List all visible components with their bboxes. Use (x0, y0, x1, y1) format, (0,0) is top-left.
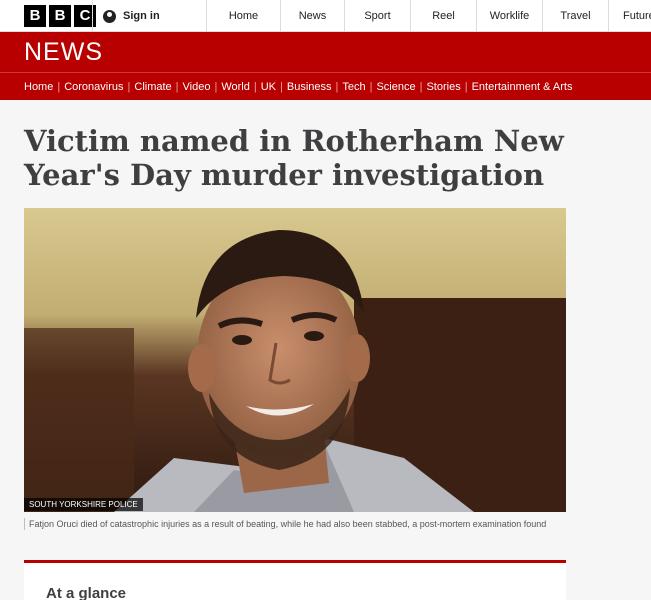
at-a-glance-box: At a glance (24, 560, 566, 600)
top-nav-news[interactable]: News (281, 0, 345, 32)
top-nav-future[interactable]: Future (609, 0, 651, 32)
signin-label: Sign in (123, 10, 160, 22)
at-a-glance-title: At a glance (46, 585, 127, 600)
nav-separator: | (214, 80, 218, 93)
portrait-illustration (24, 208, 566, 512)
section-nav-video[interactable]: Video (183, 81, 211, 93)
section-nav-science[interactable]: Science (376, 81, 415, 93)
nav-separator: | (464, 80, 468, 93)
bbc-logo[interactable]: B B C (24, 4, 96, 27)
nav-separator: | (335, 80, 339, 93)
nav-separator: | (419, 80, 423, 93)
section-nav-entertainment-arts[interactable]: Entertainment & Arts (472, 81, 573, 93)
section-nav-home[interactable]: Home (24, 81, 53, 93)
top-nav-travel[interactable]: Travel (543, 0, 609, 32)
logo-letter: B (49, 4, 71, 27)
section-nav-uk[interactable]: UK (261, 81, 276, 93)
nav-separator: | (253, 80, 257, 93)
top-nav-worklife[interactable]: Worklife (477, 0, 543, 32)
nav-separator: | (175, 80, 179, 93)
section-nav: Home | Coronavirus | Climate | Video | W… (0, 72, 651, 100)
nav-separator: | (280, 80, 283, 93)
news-title[interactable]: NEWS (24, 38, 103, 67)
section-nav-stories[interactable]: Stories (426, 81, 460, 93)
section-nav-business[interactable]: Business (287, 81, 332, 93)
nav-separator: | (369, 80, 373, 93)
top-nav-home[interactable]: Home (207, 0, 281, 32)
section-nav-world[interactable]: World (221, 81, 250, 93)
section-nav-climate[interactable]: Climate (134, 81, 171, 93)
section-nav-coronavirus[interactable]: Coronavirus (64, 81, 123, 93)
image-credit: SOUTH YORKSHIRE POLICE (24, 498, 143, 511)
image-caption: Fatjon Oruci died of catastrophic injuri… (24, 518, 566, 530)
article-photo (24, 208, 566, 512)
nav-separator: | (57, 80, 61, 93)
logo-letter: B (24, 4, 46, 27)
nav-separator: | (127, 80, 131, 93)
top-nav: Home News Sport Reel Worklife Travel Fut… (207, 0, 651, 32)
article-headline: Victim named in Rotherham New Year's Day… (24, 124, 564, 192)
user-icon (103, 9, 116, 23)
top-nav-reel[interactable]: Reel (411, 0, 477, 32)
signin-link[interactable]: Sign in (92, 0, 207, 32)
top-bar: B B C Sign in Home News Sport Reel Workl… (0, 0, 651, 32)
top-nav-sport[interactable]: Sport (345, 0, 411, 32)
section-nav-tech[interactable]: Tech (342, 81, 365, 93)
news-banner: NEWS (0, 32, 651, 72)
